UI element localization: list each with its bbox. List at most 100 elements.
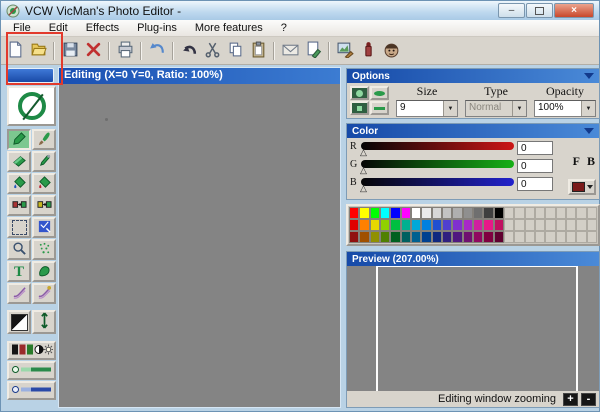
menu-edit[interactable]: Edit [40,21,77,35]
color-mode-dropdown[interactable] [568,179,596,195]
palette-swatch[interactable] [369,207,380,219]
menu-file[interactable]: File [4,21,40,35]
select-tool[interactable] [7,217,31,238]
editing-canvas[interactable] [58,84,341,408]
resize-tool[interactable] [32,310,56,334]
palette-swatch[interactable] [472,207,484,219]
square-brush-button[interactable] [350,101,369,115]
palette-swatch[interactable] [349,219,360,231]
palette-swatch[interactable] [369,231,380,243]
palette-swatch[interactable] [400,219,411,231]
palette-swatch[interactable] [441,219,453,231]
palette-swatch[interactable] [379,219,391,231]
palette-swatch[interactable] [359,231,370,243]
palette-swatch[interactable] [462,231,473,243]
brush-tool[interactable] [32,129,56,150]
brightness-button[interactable] [7,361,56,380]
invert-tool[interactable] [7,310,31,334]
palette-swatch[interactable] [400,231,411,243]
color-replace-tool[interactable] [7,195,31,216]
preview-body[interactable] [347,266,599,391]
zoom-tool[interactable] [7,239,31,260]
size-dropdown[interactable]: 9 ▼ [396,100,458,117]
save-button[interactable] [59,40,81,62]
palette-swatch[interactable] [493,219,504,231]
palette-swatch[interactable] [421,219,432,231]
background-label[interactable]: B [587,154,595,169]
palette-swatch[interactable] [359,207,370,219]
fill-alt-tool[interactable] [32,173,56,194]
palette-swatch[interactable] [462,207,473,219]
revert-button[interactable] [146,40,168,62]
fill-tool[interactable] [7,173,31,194]
contrast-button[interactable] [7,381,56,400]
palette-swatch[interactable] [431,207,442,219]
undo-button[interactable] [178,40,200,62]
page-setup-button[interactable] [302,40,324,62]
magic-select-tool[interactable] [32,217,56,238]
pin-tool[interactable] [32,151,56,172]
palette-swatch[interactable] [452,219,463,231]
copy-button[interactable] [224,40,246,62]
spray-tool[interactable] [32,239,56,260]
palette-swatch[interactable] [472,231,484,243]
vicman-red-button[interactable] [357,40,379,62]
palette-swatch[interactable] [349,207,360,219]
palette-swatch[interactable] [493,231,504,243]
close-button[interactable]: × [554,3,594,18]
foreground-label[interactable]: F [573,154,580,169]
palette-swatch[interactable] [483,231,494,243]
palette-swatch[interactable] [369,219,380,231]
blue-value[interactable]: 0 [517,177,553,191]
send-mail-button[interactable] [279,40,301,62]
collapse-icon[interactable] [584,128,594,134]
eraser-tool[interactable] [7,151,31,172]
paste-button[interactable] [247,40,269,62]
color-replace-alt-tool[interactable] [32,195,56,216]
palette-swatch[interactable] [483,219,494,231]
palette-swatch[interactable] [441,231,453,243]
green-slider[interactable] [361,160,514,168]
menu-effects[interactable]: Effects [77,21,128,35]
palette-swatch[interactable] [452,231,463,243]
blue-slider-marker[interactable]: △ [360,184,367,193]
zoom-out-button[interactable]: - [581,392,596,406]
palette-swatch[interactable] [441,207,453,219]
palette-swatch[interactable] [359,219,370,231]
palette-swatch[interactable] [431,219,442,231]
palette-swatch[interactable] [410,231,422,243]
palette-swatch[interactable] [421,207,432,219]
palette-swatch[interactable] [472,219,484,231]
opacity-dropdown[interactable]: 100% ▼ [534,100,596,117]
red-slider[interactable] [361,142,514,150]
collapse-icon[interactable] [584,73,594,79]
minimize-button[interactable]: – [498,3,525,18]
ellipse-brush-button[interactable] [370,86,389,100]
palette-swatch[interactable] [349,231,360,243]
palette-swatch[interactable] [431,231,442,243]
pencil-tool[interactable] [7,129,31,150]
delete-button[interactable] [82,40,104,62]
image-options-button[interactable] [334,40,356,62]
open-button[interactable] [27,40,49,62]
text-tool[interactable]: T [7,261,31,282]
new-button[interactable] [4,40,26,62]
smudge-alt-tool[interactable] [32,283,56,304]
dropdown-arrow-icon[interactable]: ▼ [581,101,595,116]
about-button[interactable] [380,40,402,62]
zoom-in-button[interactable]: + [563,392,578,406]
palette-swatch[interactable] [421,231,432,243]
smudge-tool[interactable] [7,283,31,304]
palette-swatch[interactable] [493,207,504,219]
palette-swatch[interactable] [483,207,494,219]
ellipse-tool[interactable] [7,86,56,126]
green-value[interactable]: 0 [517,159,553,173]
dropdown-arrow-icon[interactable]: ▼ [443,101,457,116]
print-button[interactable] [114,40,136,62]
adjust-colors-button[interactable] [7,341,56,360]
palette-swatch[interactable] [379,231,391,243]
red-value[interactable]: 0 [517,141,553,155]
palette-swatch[interactable] [410,219,422,231]
maximize-button[interactable] [526,3,553,18]
menu-plugins[interactable]: Plug-ins [128,21,186,35]
